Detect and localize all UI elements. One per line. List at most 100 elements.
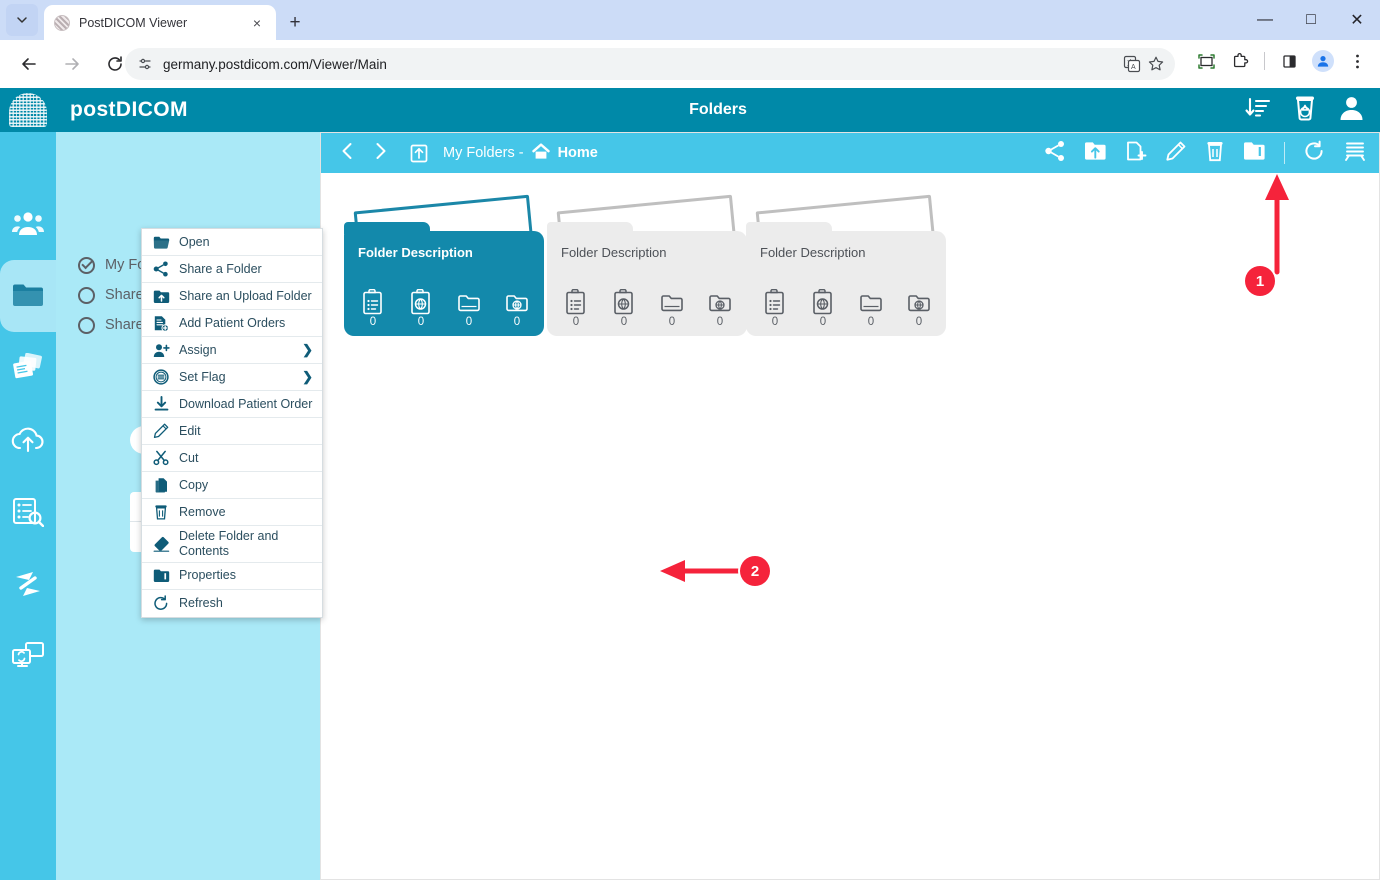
menu-item-download-patient-order[interactable]: Download Patient Order: [142, 391, 322, 418]
translate-icon[interactable]: 文A: [1123, 55, 1141, 73]
page-title: Folders: [56, 88, 1380, 132]
radio-unchecked-icon: [78, 317, 95, 334]
menu-item-share-an-upload-folder[interactable]: Share an Upload Folder: [142, 283, 322, 310]
menu-item-remove[interactable]: Remove: [142, 499, 322, 526]
menu-item-label: Properties: [179, 568, 236, 583]
radio-unchecked-icon: [78, 287, 95, 304]
cloud-upload-icon: [11, 426, 45, 454]
counter-shared-orders: 0: [400, 289, 442, 328]
sidebar-item-studies[interactable]: [0, 332, 56, 404]
counter-folders: 0: [850, 289, 892, 328]
bookmark-star-icon[interactable]: [1147, 55, 1165, 73]
move-up-icon[interactable]: [409, 143, 429, 164]
menu-item-cut[interactable]: Cut: [142, 445, 322, 472]
trash-icon: [150, 502, 172, 522]
sidebar-item-worklist[interactable]: [0, 476, 56, 548]
breadcrumb: My Folders - Home: [443, 143, 598, 164]
menu-item-label: Set Flag: [179, 370, 226, 385]
forward-icon[interactable]: [55, 47, 89, 81]
sidebar-item-folders[interactable]: [0, 260, 56, 332]
folder-upload-icon[interactable]: [1084, 140, 1107, 166]
counter-value: 0: [820, 316, 826, 328]
breadcrumb-path[interactable]: My Folders -: [443, 145, 524, 161]
sync-arrows-icon: [12, 569, 44, 599]
menu-item-set-flag[interactable]: Set Flag ❯: [142, 364, 322, 391]
user-account-icon[interactable]: [1339, 95, 1364, 126]
folder-upload-icon: [150, 286, 172, 306]
nav-back-button[interactable]: [339, 141, 356, 166]
chrome-menu-icon[interactable]: [1342, 46, 1372, 76]
share-nodes-icon[interactable]: [1044, 140, 1066, 167]
new-tab-button[interactable]: +: [281, 9, 309, 37]
screen-capture-icon[interactable]: [1191, 46, 1221, 76]
counter-folders: 0: [448, 289, 490, 328]
folder-grid: Folder I Folder Description 0 0: [321, 173, 1379, 879]
chevron-right-icon: ❯: [302, 342, 313, 358]
split-view-icon[interactable]: [1274, 46, 1304, 76]
sidebar-item-sync[interactable]: [0, 548, 56, 620]
tab-search-chevron-icon[interactable]: [6, 4, 38, 36]
studies-stack-icon: [12, 353, 44, 383]
menu-item-edit[interactable]: Edit: [142, 418, 322, 445]
folder-body: Folder Description 0 0: [344, 231, 544, 336]
menu-item-delete-folder-and-contents[interactable]: Delete Folder and Contents: [142, 526, 322, 563]
sidebar-item-users[interactable]: [0, 188, 56, 260]
menu-item-refresh[interactable]: Refresh: [142, 590, 322, 617]
users-icon: [12, 209, 44, 239]
pencil-icon: [150, 421, 172, 441]
folder-context-menu: Open Share a Folder Share an Upload Fold…: [141, 228, 323, 618]
sidebar-item-remote[interactable]: [0, 620, 56, 692]
counter-value: 0: [621, 316, 627, 328]
folder-counters: 0 0 0 0: [754, 289, 940, 328]
refresh-icon[interactable]: [1303, 140, 1325, 167]
nav-forward-button[interactable]: [372, 141, 389, 166]
menu-item-label: Delete Folder and Contents: [179, 529, 314, 559]
extensions-icon[interactable]: [1225, 46, 1255, 76]
folder-card[interactable]: Folder II Folder Description 0 0: [547, 231, 747, 336]
browser-tabstrip: PostDICOM Viewer × + — □ ✕: [0, 0, 1380, 40]
address-bar[interactable]: germany.postdicom.com/Viewer/Main 文A: [125, 48, 1175, 80]
sort-descending-icon[interactable]: [1245, 96, 1271, 125]
folder-card[interactable]: Folder I Folder Description 0 0: [344, 231, 544, 336]
worklist-search-icon: [12, 497, 44, 527]
close-icon[interactable]: ×: [248, 14, 266, 32]
browser-tab[interactable]: PostDICOM Viewer ×: [44, 5, 276, 40]
scissors-icon: [150, 448, 172, 468]
trash-icon[interactable]: [1205, 140, 1225, 167]
app-header: Folders postDICOM: [56, 88, 1380, 132]
profile-avatar-icon[interactable]: [1308, 46, 1338, 76]
clipboard-list-icon: [361, 289, 386, 315]
recycle-bin-icon[interactable]: [1293, 95, 1317, 126]
window-close-icon[interactable]: ✕: [1334, 0, 1380, 40]
properties-toolbar-button[interactable]: [1243, 140, 1266, 166]
sidebar-item-upload[interactable]: [0, 404, 56, 476]
remote-screens-icon: [11, 641, 45, 671]
minimize-icon[interactable]: —: [1242, 0, 1288, 40]
menu-item-assign[interactable]: Assign ❯: [142, 337, 322, 364]
counter-shared-orders: 0: [802, 289, 844, 328]
counter-patient-orders: 0: [352, 289, 394, 328]
maximize-icon[interactable]: □: [1288, 0, 1334, 40]
counter-value: 0: [669, 316, 675, 328]
clipboard-list-icon: [763, 289, 788, 315]
folder-card[interactable]: Folder III Folder Description 0 0: [746, 231, 946, 336]
back-icon[interactable]: [12, 47, 46, 81]
clipboard-globe-icon: [409, 289, 434, 315]
breadcrumb-home[interactable]: Home: [558, 145, 598, 161]
file-add-icon[interactable]: [1125, 140, 1147, 167]
menu-item-add-patient-orders[interactable]: Add Patient Orders: [142, 310, 322, 337]
pencil-icon[interactable]: [1165, 140, 1187, 167]
counter-patient-orders: 0: [555, 289, 597, 328]
site-settings-icon[interactable]: [137, 56, 153, 72]
menu-item-properties[interactable]: Properties: [142, 563, 322, 590]
list-view-icon[interactable]: [1343, 140, 1367, 167]
menu-item-open[interactable]: Open: [142, 229, 322, 256]
annotation-arrow-2: [658, 554, 750, 588]
postdicom-app: Folders postDICOM My Folders: [0, 88, 1380, 880]
menu-item-label: Refresh: [179, 596, 223, 611]
annotation-badge-2: 2: [740, 556, 770, 586]
menu-item-copy[interactable]: Copy: [142, 472, 322, 499]
tab-title: PostDICOM Viewer: [79, 16, 248, 30]
folder-globe-icon: [708, 289, 733, 315]
menu-item-share-a-folder[interactable]: Share a Folder: [142, 256, 322, 283]
